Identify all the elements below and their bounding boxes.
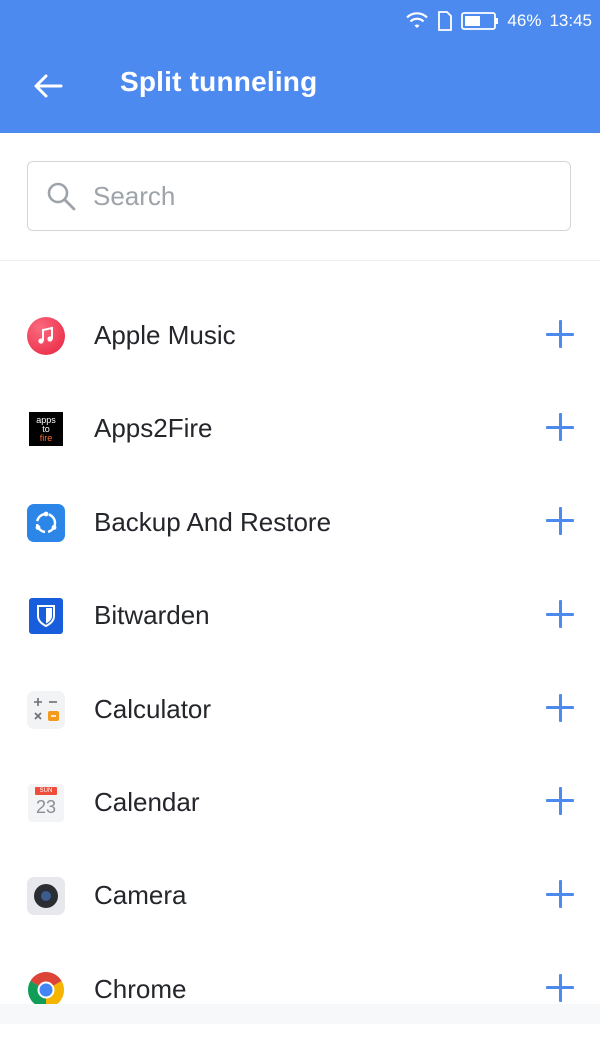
list-item[interactable]: Apple Music: [0, 290, 600, 383]
app-name: Apple Music: [94, 320, 236, 350]
calendar-icon-day: SUN: [35, 786, 57, 795]
app-name: Apps2Fire: [94, 413, 213, 444]
search-icon: [44, 179, 78, 213]
list-item[interactable]: Calculator: [0, 664, 600, 757]
list-item[interactable]: SUN 23 Calendar: [0, 757, 600, 850]
apps2fire-icon: apps to fire: [27, 410, 65, 448]
arrow-left-icon: [34, 74, 63, 98]
app-name: Calendar: [94, 786, 200, 817]
app-name: Calculator: [94, 693, 212, 724]
apps2fire-icon-text: fire: [39, 432, 53, 443]
add-app-button[interactable]: [546, 693, 574, 722]
app-name: Chrome: [94, 973, 187, 1004]
app-header: 46% 13:45 Split tunneling: [0, 0, 600, 133]
app-name: Bitwarden: [94, 600, 210, 631]
add-app-button[interactable]: [546, 506, 574, 535]
divider: [0, 260, 600, 261]
add-app-button[interactable]: [546, 413, 574, 442]
page-title: Split tunneling: [120, 66, 318, 97]
list-item[interactable]: Backup And Restore: [0, 477, 600, 570]
search-box[interactable]: [27, 161, 571, 231]
list-item[interactable]: Bitwarden: [0, 570, 600, 663]
calendar-icon-date: 23: [35, 796, 57, 817]
apple-music-icon: [27, 317, 65, 355]
clock: 13:45: [549, 11, 592, 30]
calculator-icon: [27, 690, 65, 729]
back-button[interactable]: [30, 68, 66, 104]
wifi-icon: [406, 12, 429, 28]
list-item[interactable]: apps to fire Apps2Fire: [0, 383, 600, 476]
add-app-button[interactable]: [546, 880, 574, 909]
battery-percent: 46%: [507, 11, 542, 30]
add-app-button[interactable]: [546, 973, 574, 1002]
navigation-bar: [0, 1004, 600, 1024]
bitwarden-icon: [27, 597, 65, 635]
list-item[interactable]: Camera: [0, 850, 600, 943]
add-app-button[interactable]: [546, 320, 574, 348]
camera-icon: [27, 877, 65, 916]
add-app-button[interactable]: [546, 786, 574, 815]
search-input[interactable]: [91, 175, 535, 217]
battery-icon: [461, 12, 499, 30]
app-list: Apple Music apps to fire Apps2Fire Backu…: [0, 290, 600, 1037]
backup-restore-icon: [27, 503, 65, 542]
app-name: Camera: [94, 880, 187, 911]
app-name: Backup And Restore: [94, 506, 332, 537]
status-bar: 46% 13:45: [405, 8, 592, 34]
add-app-button[interactable]: [546, 600, 574, 629]
sim-icon: [438, 11, 453, 31]
calendar-icon: SUN 23: [27, 783, 65, 822]
